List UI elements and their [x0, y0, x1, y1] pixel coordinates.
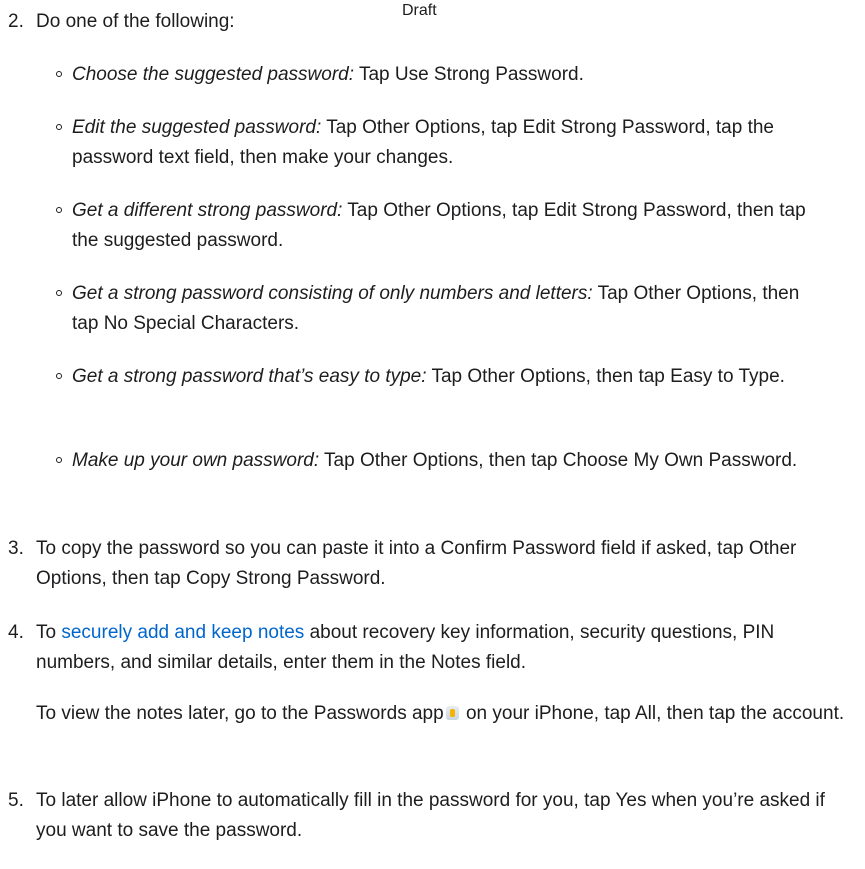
option-text: Tap Other Options, then tap Choose My Ow…: [319, 450, 798, 471]
option-title: Make up your own password:: [72, 450, 320, 471]
option-title: Get a different strong password:: [72, 200, 343, 221]
step-3: 3. To copy the password so you can paste…: [8, 534, 848, 594]
option-item: Edit the suggested password: Tap Other O…: [56, 113, 812, 173]
step-text: To copy the password so you can paste it…: [36, 538, 797, 589]
step-number: 3.: [8, 538, 24, 559]
step-5: 5. To later allow iPhone to automaticall…: [8, 786, 848, 846]
bullet-icon: [56, 373, 62, 379]
bullet-icon: [56, 207, 62, 213]
step-number: 4.: [8, 622, 24, 643]
option-item: Get a different strong password: Tap Oth…: [56, 196, 812, 256]
step-text: Do one of the following:: [36, 11, 235, 32]
bullet-icon: [56, 290, 62, 296]
step-number: 2.: [8, 11, 24, 32]
bullet-icon: [56, 457, 62, 463]
step-text: To securely add and keep notes about rec…: [36, 622, 775, 673]
option-text: Tap Use Strong Password.: [354, 64, 584, 85]
option-item: Get a strong password consisting of only…: [56, 279, 812, 339]
step-number: 5.: [8, 790, 24, 811]
passwords-app-icon: [445, 706, 459, 720]
option-item: Choose the suggested password: Tap Use S…: [56, 60, 812, 90]
bullet-icon: [56, 124, 62, 130]
option-text: Tap Other Options, then tap Easy to Type…: [426, 366, 785, 387]
step-text: To later allow iPhone to automatically f…: [36, 790, 825, 841]
step-subtext: To view the notes later, go to the Passw…: [36, 703, 845, 724]
bullet-icon: [56, 71, 62, 77]
option-item: Make up your own password: Tap Other Opt…: [56, 446, 812, 476]
step-4: 4. To securely add and keep notes about …: [8, 618, 848, 729]
option-title: Choose the suggested password:: [72, 64, 355, 85]
option-item: Get a strong password that’s easy to typ…: [56, 362, 812, 392]
step-2: 2. Do one of the following:: [8, 7, 848, 37]
option-title: Edit the suggested password:: [72, 117, 322, 138]
option-title: Get a strong password consisting of only…: [72, 283, 593, 304]
securely-add-notes-link[interactable]: securely add and keep notes: [61, 622, 304, 643]
option-title: Get a strong password that’s easy to typ…: [72, 366, 427, 387]
